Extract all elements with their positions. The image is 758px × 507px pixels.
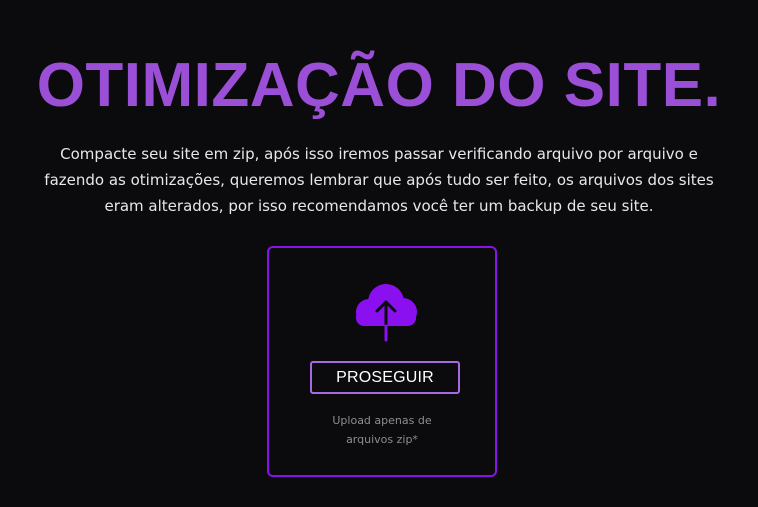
cloud-upload-icon (356, 284, 417, 342)
upload-dropzone[interactable]: PROSEGUIR Upload apenas de arquivos zip* (267, 246, 497, 477)
page-description: Compacte seu site em zip, após isso irem… (44, 145, 714, 215)
upload-hint-line-1: Upload apenas de (332, 414, 432, 427)
upload-hint: Upload apenas de arquivos zip* (269, 411, 495, 449)
page-title: OTIMIZAÇÃO DO SITE. (36, 51, 722, 120)
proceed-button[interactable]: PROSEGUIR (310, 361, 460, 394)
upload-hint-line-2: arquivos zip* (346, 433, 418, 446)
